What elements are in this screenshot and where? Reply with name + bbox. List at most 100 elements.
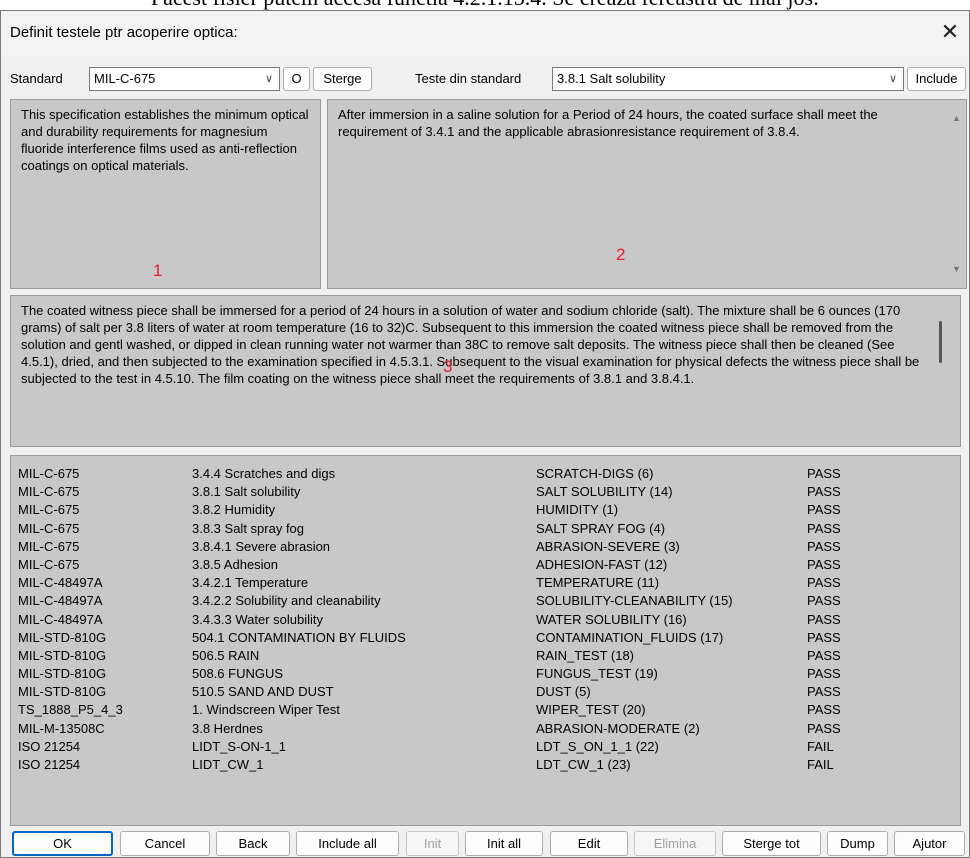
window-title: Definit testele ptr acoperire optica: xyxy=(10,24,238,41)
back-button[interactable]: Back xyxy=(216,831,290,856)
row-standard: MIL-C-675 xyxy=(18,556,80,572)
row-standard: MIL-M-13508C xyxy=(18,720,105,736)
title-bar: Definit testele ptr acoperire optica: ✕ xyxy=(1,11,969,55)
standard-select-value: MIL-C-675 xyxy=(94,71,156,86)
row-test: 510.5 SAND AND DUST xyxy=(192,684,334,700)
row-result: PASS xyxy=(807,593,841,609)
procedure-scroll-thumb[interactable] xyxy=(939,321,942,363)
table-row[interactable]: MIL-C-675 3.8.5 Adhesion ADHESION-FAST (12… xyxy=(11,556,960,574)
row-code: TEMPERATURE (11) xyxy=(536,575,660,591)
row-result: PASS xyxy=(807,611,841,627)
row-result: PASS xyxy=(807,684,841,700)
tests-select[interactable]: 3.8.1 Salt solubility ∨ xyxy=(552,67,904,91)
row-result: PASS xyxy=(807,538,841,554)
row-test: 3.4.3.3 Water solubility xyxy=(192,611,324,627)
include-all-button[interactable]: Include all xyxy=(296,831,399,856)
init-all-button[interactable]: Init all xyxy=(465,831,543,856)
table-row[interactable]: MIL-STD-810G 508.6 FUNGUS FUNGUS_TEST (19)… xyxy=(11,665,960,683)
row-standard: MIL-C-675 xyxy=(18,520,80,536)
close-icon[interactable]: ✕ xyxy=(937,19,963,45)
tests-select-value: 3.8.1 Salt solubility xyxy=(557,71,666,86)
table-row[interactable]: TS_1888_P5_4_3 1. Windscreen Wiper Test WI… xyxy=(11,701,960,719)
table-row[interactable]: MIL-M-13508C 3.8 Herdnes ABRASION-MODERATE… xyxy=(11,720,960,738)
ajutor-button[interactable]: Ajutor xyxy=(894,831,965,856)
row-result: FAIL xyxy=(807,757,834,772)
row-code: LDT_S_ON_1_1 (22) xyxy=(536,738,659,754)
table-row[interactable]: MIL-STD-810G 510.5 SAND AND DUST DUST (5) P… xyxy=(11,683,960,701)
table-row[interactable]: MIL-C-48497A 3.4.2.1 Temperature TEMPERATU… xyxy=(11,574,960,592)
row-code: ABRASION-SEVERE (3) xyxy=(536,538,680,554)
row-test: 3.8.4.1 Severe abrasion xyxy=(192,538,331,554)
chevron-down-icon: ∨ xyxy=(888,73,897,85)
table-row[interactable]: MIL-C-675 3.8.4.1 Severe abrasion ABRASION… xyxy=(11,538,960,556)
row-test: 1. Windscreen Wiper Test xyxy=(192,702,340,718)
test-requirement-panel: After immersion in a saline solution for… xyxy=(327,99,967,289)
chevron-down-icon: ∨ xyxy=(264,73,273,85)
document-heading: Pacest fisier putem accesa functia 4.2.1… xyxy=(0,0,970,10)
table-row[interactable]: MIL-C-675 3.4.4 Scratches and digs SCRATCH… xyxy=(11,465,960,483)
row-result: FAIL xyxy=(807,738,834,754)
row-standard: ISO 21254 xyxy=(18,738,81,754)
tests-list[interactable]: MIL-C-675 3.4.4 Scratches and digs SCRATCH… xyxy=(10,455,961,826)
row-test: 3.8 Herdnes xyxy=(192,720,263,736)
row-result: PASS xyxy=(807,629,841,645)
test-procedure-panel: The coated witness piece shall be immers… xyxy=(10,295,961,447)
table-row[interactable]: MIL-C-48497A 3.4.3.3 Water solubility WATE… xyxy=(11,611,960,629)
row-code: SOLUBILITY-CLEANABILITY (15) xyxy=(536,593,733,609)
table-row[interactable]: MIL-C-48497A 3.4.2.2 Solubility and clean… xyxy=(11,592,960,610)
ok-button[interactable]: OK xyxy=(12,831,113,856)
sterge-tot-button[interactable]: Sterge tot xyxy=(722,831,821,856)
row-test: 3.4.2.2 Solubility and cleanability xyxy=(192,593,381,609)
panel-marker-3: 3 xyxy=(443,357,453,376)
scroll-down-icon[interactable]: ▼ xyxy=(952,261,961,278)
row-test: 504.1 CONTAMINATION BY FLUIDS xyxy=(192,629,406,645)
standard-label: Standard xyxy=(10,71,63,86)
row-test: 506.5 RAIN xyxy=(192,647,260,663)
row-result: PASS xyxy=(807,502,841,518)
o-button[interactable]: O xyxy=(283,67,310,91)
table-row[interactable]: ISO 21254 LIDT_CW_1 LDT_CW_1 (23) FAIL xyxy=(11,756,960,774)
scroll-up-icon[interactable]: ▲ xyxy=(952,110,961,127)
row-code: WIPER_TEST (20) xyxy=(536,702,646,718)
requirement-scrollbar[interactable]: ▲ ▼ xyxy=(949,100,966,288)
row-standard: MIL-C-675 xyxy=(18,466,80,481)
elimina-button[interactable]: Elimina xyxy=(634,831,716,856)
row-test: 3.4.4 Scratches and digs xyxy=(192,466,336,481)
row-test: 3.4.2.1 Temperature xyxy=(192,575,309,591)
row-result: PASS xyxy=(807,484,841,500)
row-test: 3.8.1 Salt solubility xyxy=(192,484,301,500)
row-code: HUMIDITY (1) xyxy=(536,502,619,518)
row-code: WATER SOLUBILITY (16) xyxy=(536,611,687,627)
edit-button[interactable]: Edit xyxy=(550,831,628,856)
standard-select[interactable]: MIL-C-675 ∨ xyxy=(89,67,280,91)
row-test: 3.8.5 Adhesion xyxy=(192,556,279,572)
sterge-button[interactable]: Sterge xyxy=(313,67,372,91)
row-standard: MIL-STD-810G xyxy=(18,684,107,700)
row-code: SCRATCH-DIGS (6) xyxy=(536,466,654,481)
row-result: PASS xyxy=(807,702,841,718)
table-row[interactable]: MIL-C-675 3.8.1 Salt solubility SALT SOLUB… xyxy=(11,483,960,501)
row-code: RAIN_TEST (18) xyxy=(536,647,635,663)
row-code: FUNGUS_TEST (19) xyxy=(536,666,658,682)
row-result: PASS xyxy=(807,647,841,663)
table-row[interactable]: MIL-C-675 3.8.2 Humidity HUMIDITY (1) PASS xyxy=(11,501,960,519)
table-row[interactable]: MIL-STD-810G 506.5 RAIN RAIN_TEST (18) PASS xyxy=(11,647,960,665)
row-standard: MIL-C-48497A xyxy=(18,575,103,591)
init-button[interactable]: Init xyxy=(406,831,459,856)
row-code: SALT SOLUBILITY (14) xyxy=(536,484,673,500)
panel-marker-1: 1 xyxy=(153,261,163,280)
teste-din-standard-label: Teste din standard xyxy=(415,71,522,86)
table-row[interactable]: MIL-C-675 3.8.3 Salt spray fog SALT SPRAY … xyxy=(11,520,960,538)
row-result: PASS xyxy=(807,556,841,572)
row-standard: MIL-STD-810G xyxy=(18,666,107,682)
cancel-button[interactable]: Cancel xyxy=(120,831,210,856)
row-test: 3.8.3 Salt spray fog xyxy=(192,520,305,536)
dump-button[interactable]: Dump xyxy=(827,831,888,856)
test-procedure-text: The coated witness piece shall be immers… xyxy=(21,303,920,386)
row-result: PASS xyxy=(807,520,841,536)
standard-description-text: This specification establishes the minim… xyxy=(21,107,309,173)
table-row[interactable]: ISO 21254 LIDT_S-ON-1_1 LDT_S_ON_1_1 (22) F… xyxy=(11,738,960,756)
table-row[interactable]: MIL-STD-810G 504.1 CONTAMINATION BY FLUID… xyxy=(11,629,960,647)
include-button[interactable]: Include xyxy=(907,67,966,91)
row-test: LIDT_CW_1 xyxy=(192,757,264,772)
